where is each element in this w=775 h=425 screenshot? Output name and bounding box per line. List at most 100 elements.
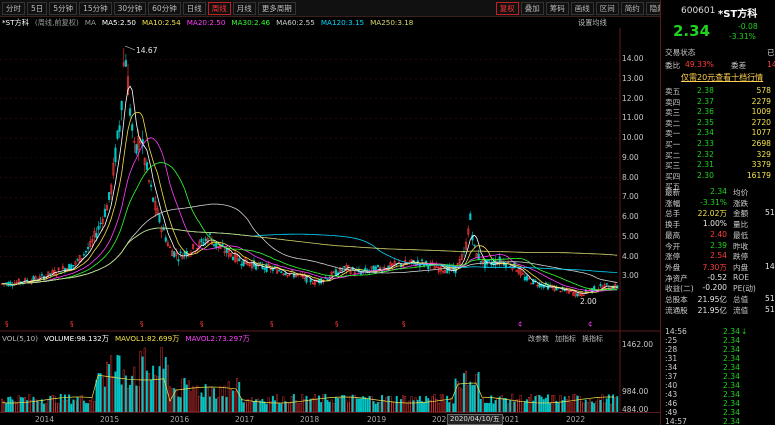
price-tick: 10.00 — [622, 133, 644, 143]
stat-value: 21.95亿 — [697, 295, 727, 304]
year-label: 2017 — [235, 415, 255, 424]
bid-volume: 2698 — [751, 139, 771, 148]
toolbar-item-11[interactable]: 叠加 — [520, 1, 544, 15]
bid-level-label: 买三 — [665, 161, 681, 170]
tick-time: 14:57 — [665, 417, 687, 425]
toolbar-item-15[interactable]: 简约 — [620, 1, 644, 15]
bid-price: 2.31 — [697, 160, 714, 169]
event-marker[interactable]: ¢ — [588, 320, 592, 328]
ask-price: 2.35 — [697, 117, 714, 127]
volume-tick: 484.00 — [622, 405, 649, 414]
volume-tick: 1462.00 — [622, 340, 654, 349]
toolbar-item-5[interactable]: 60分钟 — [148, 1, 181, 15]
stat-value: 2.34 — [710, 187, 727, 196]
ask-level-label: 卖五 — [665, 87, 681, 96]
time-axis: 2014 2015 2016 2017 2018 2019 2020 2021 2022 — [0, 412, 660, 425]
trade-status-label: 交易状态 — [665, 48, 696, 57]
trade-status-value: 已 — [767, 48, 775, 57]
toolbar-item-2[interactable]: 5分钟 — [49, 1, 78, 15]
stat-value: -0.200 — [702, 283, 727, 293]
price-tick: 12.00 — [622, 93, 644, 103]
event-marker[interactable]: § — [200, 320, 204, 328]
stat-label-2: 总值 — [733, 295, 749, 304]
tick-price: 2.34 — [723, 417, 740, 425]
stat-value: 7.30万 — [702, 262, 727, 272]
stat-label-2: 涨跌 — [733, 198, 749, 208]
event-marker[interactable]: § — [70, 320, 74, 328]
toolbar-item-9[interactable]: 更多周期 — [257, 1, 296, 15]
stat-value-2: 14. — [765, 261, 775, 271]
ma10-value: MA10:2.54 — [142, 18, 181, 27]
toolbar-item-4[interactable]: 30分钟 — [113, 1, 147, 15]
period-toolbar: 分时 5日 5分钟 15分钟 30分钟 60分钟 日线 周线 月线 更多周期 复权 叠加 筹码 画线 区间简… — [0, 0, 669, 17]
high-price-label: 14.67 — [136, 46, 158, 55]
year-label: 2016 — [170, 415, 190, 424]
ma120-value: MA120:3.15 — [320, 18, 365, 27]
toolbar-item-8[interactable]: 月线 — [232, 1, 256, 15]
ma5-value: MA5:2.50 — [101, 18, 137, 27]
price-tick: 3.00 — [622, 271, 639, 281]
toolbar-item-0[interactable]: 分时 — [2, 1, 25, 15]
stat-label-2: 均价 — [733, 188, 749, 197]
stat-value: 1.00% — [702, 219, 727, 229]
ma-label: MA — [84, 18, 96, 27]
price-tick: 6.00 — [622, 212, 639, 222]
ask-volume: 1009 — [751, 107, 771, 116]
ask-volume: 578 — [756, 86, 772, 95]
stat-label-2: PE(动) — [733, 284, 756, 294]
stat-label: 涨幅 — [665, 198, 681, 208]
ma-setting-button[interactable]: 设置均线 — [578, 18, 607, 28]
stat-label-2: 跌停 — [733, 252, 749, 262]
ask-price: 2.37 — [697, 96, 714, 106]
year-label: 2021 — [500, 415, 520, 424]
ma30-value: MA30:2.46 — [231, 18, 271, 27]
upgrade-promo-link[interactable]: 仅需20元查看十档行情 — [681, 72, 763, 82]
event-marker[interactable]: § — [335, 320, 339, 328]
ma250-value: MA250:3.18 — [370, 18, 414, 27]
ask-volume: 2279 — [751, 96, 771, 106]
stat-label-2: 金额 — [733, 209, 749, 219]
event-marker[interactable]: ¢ — [518, 320, 522, 328]
event-marker[interactable]: § — [270, 320, 274, 328]
chart-subtitle: (周线,前复权) — [34, 18, 79, 27]
stat-value-2: 51.3 — [765, 294, 775, 303]
toolbar-item-14[interactable]: 区间 — [595, 1, 619, 15]
stat-label-2: 流值 — [733, 305, 749, 315]
ask-level-label: 卖一 — [665, 129, 681, 138]
stat-label-2: 量比 — [733, 220, 749, 230]
event-marker[interactable]: § — [5, 320, 9, 328]
toolbar-item-12[interactable]: 筹码 — [545, 1, 569, 15]
ask-volume: 1077 — [751, 128, 771, 137]
stat-label-2: 最低 — [733, 230, 749, 240]
stat-label: 流通股 — [665, 305, 688, 315]
bid-price: 2.30 — [697, 170, 714, 180]
year-label: 2022 — [566, 415, 586, 424]
price-tick: 5.00 — [622, 231, 639, 241]
low-price-label: 2.00 — [580, 297, 597, 306]
event-marker[interactable]: § — [402, 320, 406, 328]
toolbar-item-7[interactable]: 周线 — [207, 1, 231, 15]
bid-price: 2.33 — [697, 139, 714, 148]
stat-label: 净资产 — [665, 273, 688, 283]
stat-label: 最新 — [665, 188, 681, 197]
ask-price: 2.36 — [697, 107, 714, 116]
bid-level-label: 买二 — [665, 150, 681, 160]
toolbar-item-13[interactable]: 画线 — [570, 1, 594, 15]
ask-level-label: 卖三 — [665, 108, 681, 117]
stat-label: 总股本 — [665, 295, 688, 304]
candlestick-chart[interactable]: 14.67 2.00 § § § § § § § ¢ ¢ — [0, 28, 660, 332]
volume-chart[interactable] — [0, 332, 660, 412]
toolbar-item-3[interactable]: 15分钟 — [79, 1, 112, 15]
stock-name: *ST方科 — [718, 9, 758, 20]
toolbar-item-1[interactable]: 5日 — [27, 1, 48, 15]
toolbar-item-10[interactable]: 复权 — [495, 1, 519, 15]
price-tick: 7.00 — [622, 192, 639, 202]
year-label: 2019 — [367, 415, 387, 424]
price-tick: 9.00 — [622, 152, 639, 162]
ask-level-label: 卖四 — [665, 97, 681, 107]
event-marker[interactable]: § — [140, 320, 144, 328]
stock-title: *ST方科 — [2, 18, 29, 27]
bid-volume: 329 — [756, 149, 772, 159]
stat-label-2: 昨收 — [733, 241, 749, 251]
toolbar-item-6[interactable]: 日线 — [182, 1, 206, 15]
